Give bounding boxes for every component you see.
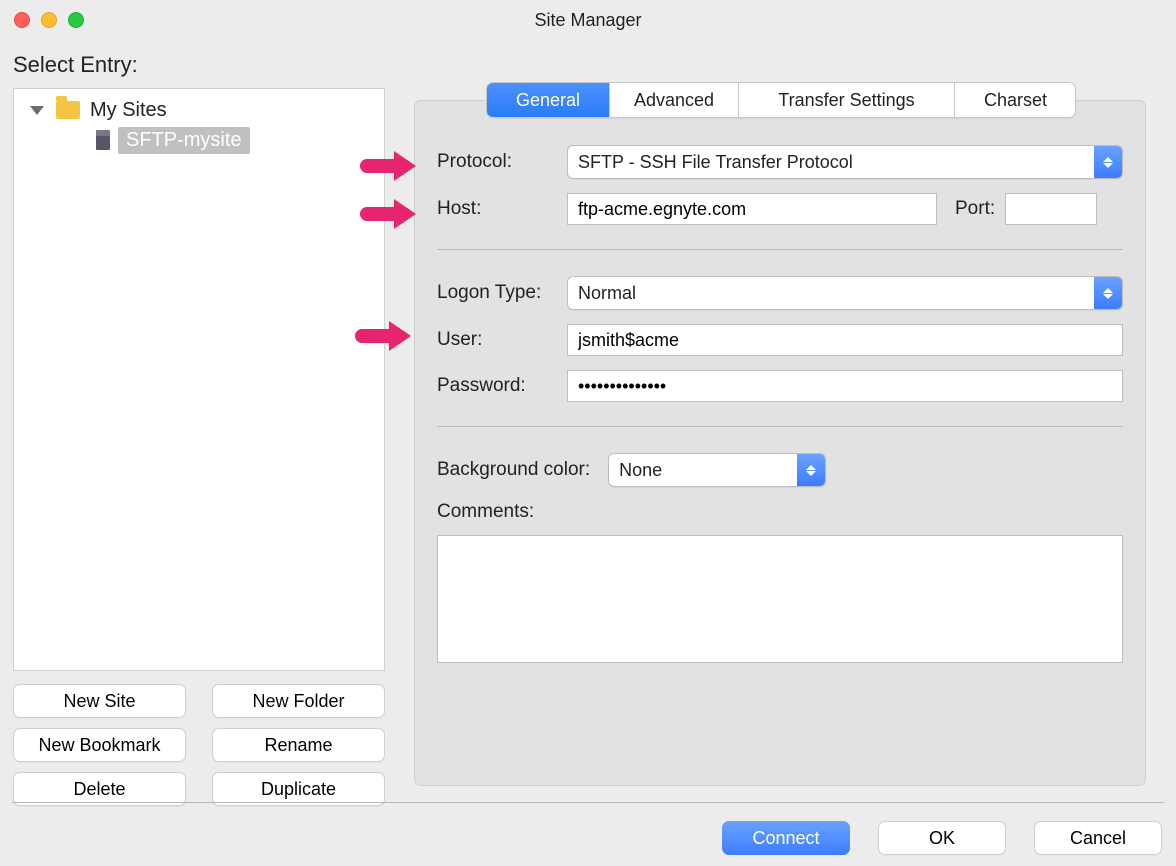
general-panel: Protocol: SFTP - SSH File Transfer Proto… (414, 100, 1146, 786)
tree-child-label: SFTP-mysite (118, 127, 250, 154)
tab-charset[interactable]: Charset (955, 83, 1076, 117)
protocol-label: Protocol: (437, 151, 567, 173)
protocol-select[interactable]: SFTP - SSH File Transfer Protocol (567, 145, 1123, 179)
select-stepper-icon (797, 454, 825, 486)
window-title: Site Manager (534, 10, 641, 31)
port-label: Port: (955, 198, 995, 220)
titlebar: Site Manager (0, 0, 1176, 40)
protocol-value: SFTP - SSH File Transfer Protocol (578, 152, 853, 173)
host-row: Host: Port: (437, 193, 1123, 225)
tree-child-row[interactable]: SFTP-mysite (20, 127, 378, 153)
new-site-button[interactable]: New Site (13, 684, 186, 718)
logon-type-label: Logon Type: (437, 282, 567, 304)
site-tree[interactable]: My Sites SFTP-mysite (13, 88, 385, 671)
comments-label: Comments: (437, 501, 1123, 523)
footer-divider (12, 802, 1164, 803)
user-label: User: (437, 329, 567, 351)
new-bookmark-button[interactable]: New Bookmark (13, 728, 186, 762)
select-stepper-icon (1094, 277, 1122, 309)
tab-general[interactable]: General (487, 83, 610, 117)
background-color-row: Background color: None (437, 453, 1123, 487)
rename-button[interactable]: Rename (212, 728, 385, 762)
minimize-icon[interactable] (41, 12, 57, 28)
host-input[interactable] (567, 193, 937, 225)
user-row: User: (437, 324, 1123, 356)
select-stepper-icon (1094, 146, 1122, 178)
settings-tabs: General Advanced Transfer Settings Chars… (486, 82, 1076, 118)
port-input[interactable] (1005, 193, 1097, 225)
ok-button[interactable]: OK (878, 821, 1006, 855)
zoom-icon[interactable] (68, 12, 84, 28)
connect-button[interactable]: Connect (722, 821, 850, 855)
background-color-label: Background color: (437, 459, 590, 481)
divider (437, 249, 1123, 250)
background-color-value: None (619, 460, 662, 481)
tab-advanced[interactable]: Advanced (610, 83, 739, 117)
logon-type-row: Logon Type: Normal (437, 276, 1123, 310)
password-label: Password: (437, 375, 567, 397)
content-area: Select Entry: My Sites SFTP-mysite New S… (0, 40, 1176, 773)
logon-type-select[interactable]: Normal (567, 276, 1123, 310)
select-entry-label: Select Entry: (13, 52, 138, 78)
left-column: My Sites SFTP-mysite New Site New Folder… (13, 88, 385, 806)
settings-panel-wrapper: General Advanced Transfer Settings Chars… (414, 88, 1146, 786)
background-color-select[interactable]: None (608, 453, 826, 487)
entry-buttons: New Site New Folder New Bookmark Rename … (13, 684, 385, 806)
tab-transfer[interactable]: Transfer Settings (739, 83, 955, 117)
server-icon (96, 130, 110, 150)
host-label: Host: (437, 198, 567, 220)
footer-buttons: Connect OK Cancel (0, 810, 1176, 866)
close-icon[interactable] (14, 12, 30, 28)
tree-parent-label: My Sites (90, 99, 167, 122)
cancel-button[interactable]: Cancel (1034, 821, 1162, 855)
folder-icon (56, 101, 80, 119)
logon-type-value: Normal (578, 283, 636, 304)
delete-button[interactable]: Delete (13, 772, 186, 806)
password-row: Password: (437, 370, 1123, 402)
disclosure-triangle-icon[interactable] (30, 106, 44, 115)
new-folder-button[interactable]: New Folder (212, 684, 385, 718)
duplicate-button[interactable]: Duplicate (212, 772, 385, 806)
divider (437, 426, 1123, 427)
comments-textarea[interactable] (437, 535, 1123, 663)
protocol-row: Protocol: SFTP - SSH File Transfer Proto… (437, 145, 1123, 179)
password-input[interactable] (567, 370, 1123, 402)
user-input[interactable] (567, 324, 1123, 356)
tree-parent-row[interactable]: My Sites (20, 97, 378, 123)
window-controls (14, 12, 84, 28)
